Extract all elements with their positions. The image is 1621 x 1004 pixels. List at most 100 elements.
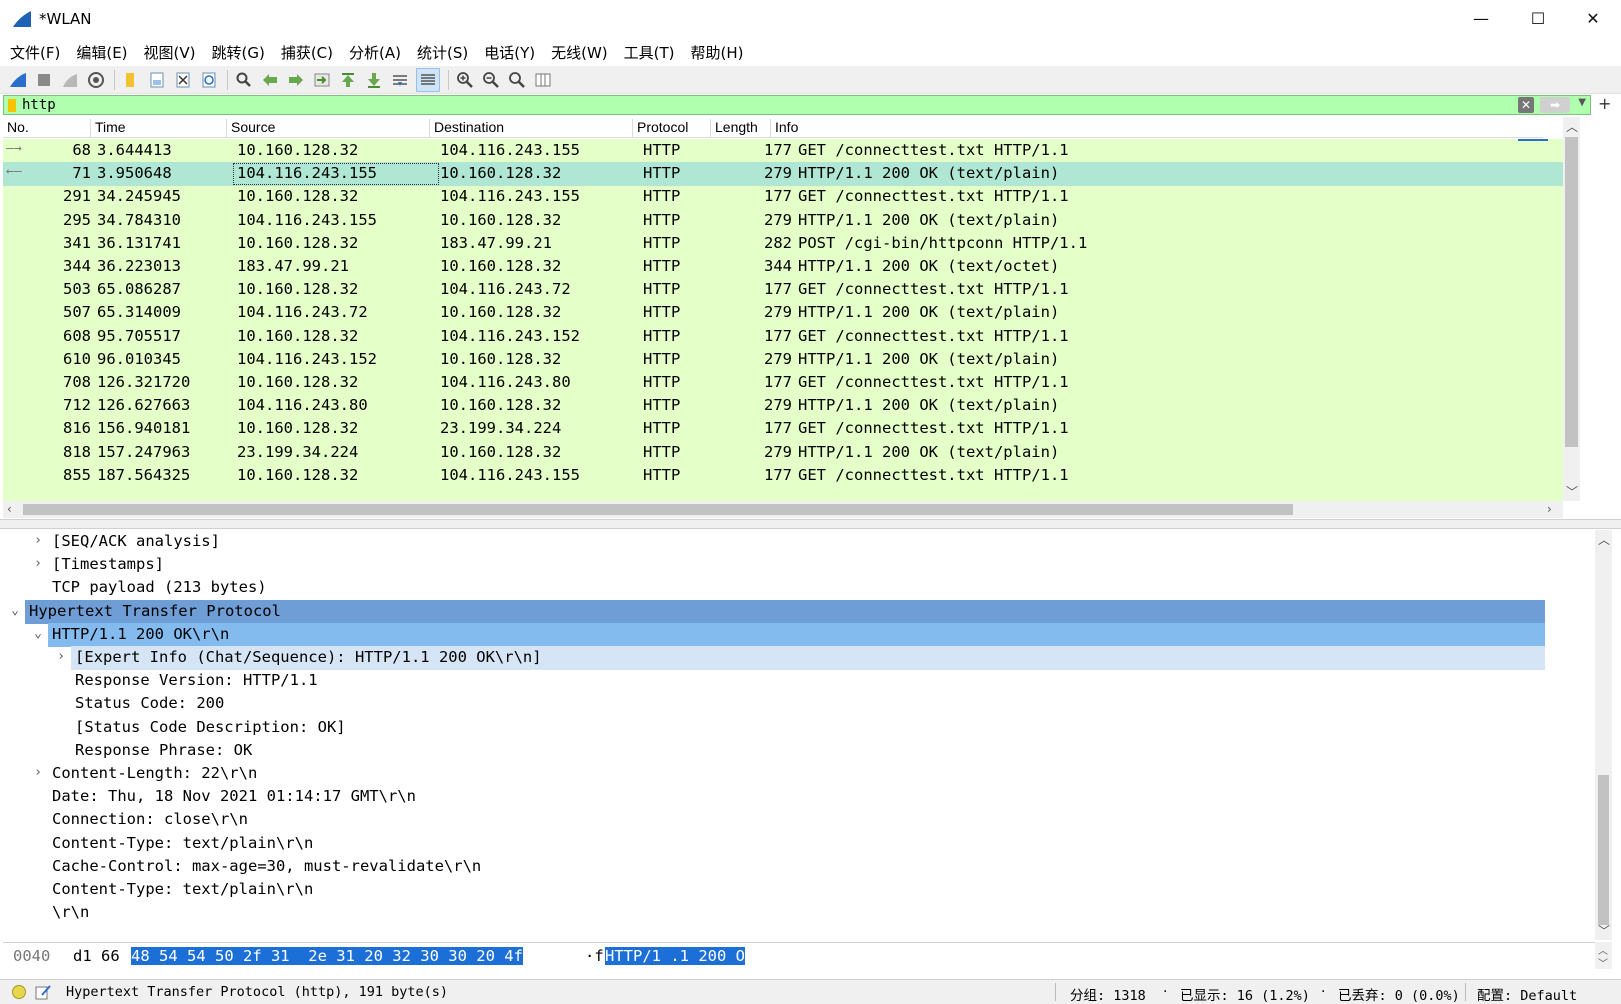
scroll-up-icon[interactable]: ︿ <box>1598 531 1610 548</box>
apply-filter-icon[interactable]: ➡ <box>1540 97 1570 113</box>
go-back-button[interactable] <box>260 70 280 90</box>
find-packet-button[interactable] <box>234 70 254 90</box>
packet-row[interactable]: 608 95.705517 10.160.128.32 104.116.243.152… <box>3 325 1563 349</box>
go-last-button[interactable] <box>364 70 384 90</box>
menu-tools[interactable]: 工具(T) <box>624 42 675 63</box>
autoscroll-button[interactable] <box>390 70 410 90</box>
detail-tree-item[interactable]: › [Expert Info (Chat/Sequence): HTTP/1.1 … <box>57 646 1545 670</box>
detail-tree-item[interactable]: ⌄ HTTP/1.1 200 OK\r\n <box>34 622 1545 647</box>
bytes-hex-plain[interactable]: d1 66 <box>73 947 120 965</box>
detail-tree-item[interactable]: Cache-Control: max-age=30, must-revalida… <box>3 855 1595 879</box>
detail-tree-item[interactable]: › [SEQ/ACK analysis] <box>3 530 1595 554</box>
expand-arrow-icon[interactable]: › <box>31 765 45 780</box>
minimize-button[interactable]: — <box>1453 0 1509 37</box>
capture-options-button[interactable] <box>86 70 106 90</box>
filter-history-dropdown-icon[interactable]: ▼ <box>1578 97 1586 108</box>
detail-tree-item[interactable]: ⌄ Hypertext Transfer Protocol <box>11 599 1545 624</box>
expert-info-led-icon[interactable] <box>12 985 26 999</box>
menu-wireless[interactable]: 无线(W) <box>551 42 608 63</box>
packet-row[interactable]: ←— 71 3.950648 104.116.243.155 10.160.128.32… <box>3 162 1563 187</box>
detail-tree-item[interactable]: Content-Type: text/plain\r\n <box>3 832 1595 856</box>
scroll-thumb[interactable] <box>1598 775 1609 925</box>
packet-row[interactable]: 507 65.314009 104.116.243.72 10.160.128.32 H… <box>3 301 1563 325</box>
detail-tree-item[interactable]: Content-Type: text/plain\r\n <box>3 878 1595 902</box>
scroll-thumb[interactable] <box>1565 137 1578 447</box>
open-file-button[interactable] <box>121 70 141 90</box>
zoom-normal-button[interactable] <box>507 70 527 90</box>
column-header-destination[interactable]: Destination <box>430 119 633 137</box>
close-file-button[interactable] <box>173 70 193 90</box>
resize-columns-button[interactable] <box>533 70 553 90</box>
bytes-ascii-selected[interactable]: HTTP/1 .1 200 O <box>605 947 745 965</box>
bytes-vscroll[interactable]: ︿ ﹀ <box>1595 942 1612 970</box>
packet-row[interactable]: 816 156.940181 10.160.128.32 23.199.34.224 H… <box>3 417 1563 441</box>
filter-bookmark-icon[interactable] <box>8 98 16 112</box>
column-header-time[interactable]: Time <box>91 119 227 137</box>
expand-arrow-icon[interactable]: › <box>31 556 45 571</box>
start-capture-button[interactable] <box>8 70 28 90</box>
packet-row[interactable]: 291 34.245945 10.160.128.32 104.116.243.155… <box>3 185 1563 209</box>
scroll-left-icon[interactable]: ‹ <box>7 502 12 516</box>
packet-row[interactable]: 712 126.627663 104.116.243.80 10.160.128.32… <box>3 394 1563 418</box>
packet-row[interactable]: 295 34.784310 104.116.243.155 10.160.128.32… <box>3 209 1563 233</box>
maximize-button[interactable]: ☐ <box>1510 0 1566 37</box>
detail-tree-item[interactable]: Date: Thu, 18 Nov 2021 01:14:17 GMT\r\n <box>3 785 1595 809</box>
packet-list-hscroll[interactable]: ‹ › <box>3 501 1563 518</box>
column-header-source[interactable]: Source <box>227 119 430 137</box>
detail-tree-item[interactable]: \r\n <box>3 901 1595 925</box>
detail-tree-item[interactable]: TCP payload (213 bytes) <box>3 576 1595 600</box>
detail-tree-item[interactable]: Response Phrase: OK <box>3 739 1595 763</box>
menu-statistics[interactable]: 统计(S) <box>417 42 468 63</box>
menu-edit[interactable]: 编辑(E) <box>76 42 127 63</box>
menu-telephony[interactable]: 电话(Y) <box>484 42 535 63</box>
packet-row[interactable]: 341 36.131741 10.160.128.32 183.47.99.21 HTT… <box>3 232 1563 256</box>
column-header-no[interactable]: No. <box>3 119 91 137</box>
menu-capture[interactable]: 捕获(C) <box>281 42 333 63</box>
close-button[interactable]: ✕ <box>1565 0 1621 37</box>
packet-list-vscroll[interactable]: ︿ ﹀ <box>1563 117 1580 501</box>
detail-tree-item[interactable]: Connection: close\r\n <box>3 808 1595 832</box>
detail-tree-item[interactable]: [Status Code Description: OK] <box>3 716 1595 740</box>
detail-tree-item[interactable]: › [Timestamps] <box>3 553 1595 577</box>
scroll-down-icon[interactable]: ﹀ <box>1566 483 1578 500</box>
zoom-out-button[interactable] <box>481 70 501 90</box>
packet-row[interactable]: —→ 68 3.644413 10.160.128.32 104.116.243.155… <box>3 139 1563 163</box>
column-header-length[interactable]: Length <box>711 119 771 137</box>
menu-view[interactable]: 视图(V) <box>144 42 196 63</box>
packet-row[interactable]: 818 157.247963 23.199.34.224 10.160.128.32 H… <box>3 441 1563 465</box>
packet-row[interactable]: 708 126.321720 10.160.128.32 104.116.243.80… <box>3 371 1563 395</box>
pane-splitter[interactable] <box>0 519 1621 529</box>
detail-tree-item[interactable]: Response Version: HTTP/1.1 <box>3 669 1595 693</box>
expand-arrow-icon[interactable]: › <box>54 649 68 664</box>
save-file-button[interactable] <box>147 70 167 90</box>
packet-row[interactable]: 344 36.223013 183.47.99.21 10.160.128.32 HTT… <box>3 255 1563 279</box>
collapse-arrow-icon[interactable]: ⌄ <box>8 603 22 618</box>
packet-row[interactable]: 855 187.564325 10.160.128.32 104.116.243.15… <box>3 464 1563 488</box>
column-header-protocol[interactable]: Protocol <box>633 119 711 137</box>
restart-capture-button[interactable] <box>60 70 80 90</box>
go-first-button[interactable] <box>338 70 358 90</box>
collapse-arrow-icon[interactable]: ⌄ <box>31 626 45 641</box>
menu-file[interactable]: 文件(F) <box>10 42 60 63</box>
detail-tree-item[interactable]: Status Code: 200 <box>3 692 1595 716</box>
menu-help[interactable]: 帮助(H) <box>691 42 744 63</box>
add-filter-button-icon[interactable]: + <box>1598 94 1611 113</box>
reload-button[interactable] <box>199 70 219 90</box>
detail-tree-item[interactable]: › Content-Length: 22\r\n <box>3 762 1595 786</box>
column-header-info[interactable]: Info <box>771 119 1543 137</box>
go-forward-button[interactable] <box>286 70 306 90</box>
display-filter-input[interactable]: http <box>22 97 56 113</box>
bytes-ascii-plain[interactable]: ·f <box>585 947 604 965</box>
zoom-in-button[interactable] <box>455 70 475 90</box>
clear-filter-icon[interactable]: ✕ <box>1518 97 1534 113</box>
packet-row[interactable]: 610 96.010345 104.116.243.152 10.160.128.32… <box>3 348 1563 372</box>
expand-arrow-icon[interactable]: › <box>31 533 45 548</box>
stop-capture-button[interactable] <box>34 70 54 90</box>
bytes-hex-selected[interactable]: 48 54 54 50 2f 31 2e 31 20 32 30 30 20 4… <box>131 947 523 965</box>
capture-comment-icon[interactable] <box>34 983 52 1001</box>
details-vscroll[interactable]: ︿ ﹀ <box>1595 530 1612 940</box>
colorize-button[interactable] <box>416 67 440 92</box>
scroll-down-icon[interactable]: ﹀ <box>1598 922 1610 939</box>
scroll-up-icon[interactable]: ︿ <box>1566 118 1578 135</box>
go-to-packet-button[interactable] <box>312 70 332 90</box>
